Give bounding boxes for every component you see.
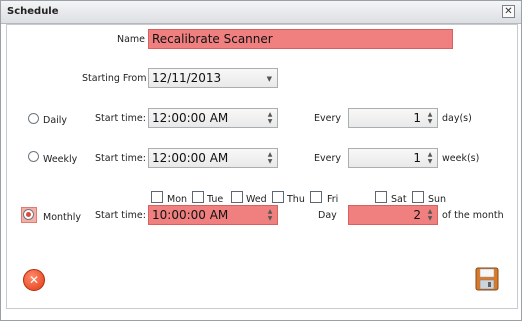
- daily-start-time-label: Start time:: [95, 113, 146, 124]
- cancel-icon: ✕: [28, 273, 40, 287]
- checkbox-tue-label: Tue: [207, 194, 224, 205]
- checkbox-tue[interactable]: [192, 191, 204, 203]
- checkbox-wed[interactable]: [231, 191, 243, 203]
- checkbox-sat-label: Sat: [391, 194, 407, 205]
- save-button[interactable]: [475, 267, 499, 291]
- daily-radio[interactable]: [28, 113, 39, 124]
- weekly-label: Weekly: [43, 154, 78, 165]
- checkbox-mon-label: Mon: [167, 194, 188, 205]
- checkbox-wed-label: Wed: [246, 194, 267, 205]
- starting-from-date-picker[interactable]: 12/11/2013 ▼: [148, 68, 278, 88]
- schedule-dialog: Schedule ✕ Name Recalibrate Scanner Star…: [0, 0, 522, 321]
- monthly-day-value: 2: [413, 208, 421, 222]
- daily-every-stepper[interactable]: 1 ▲ ▼: [348, 108, 438, 128]
- title-bar: Schedule ✕: [1, 1, 521, 24]
- monthly-radio[interactable]: [23, 209, 34, 220]
- form-panel: Name Recalibrate Scanner Starting From 1…: [6, 24, 518, 309]
- daily-label: Daily: [43, 115, 68, 126]
- monthly-day-label: Day: [318, 210, 337, 221]
- up-down-arrows-icon[interactable]: ▲ ▼: [266, 208, 274, 222]
- starting-from-value: 12/11/2013: [152, 71, 222, 85]
- checkbox-fri[interactable]: [310, 191, 322, 203]
- daily-start-time-value: 12:00:00 AM: [152, 111, 229, 125]
- checkbox-mon[interactable]: [151, 191, 163, 203]
- checkbox-sun-label: Sun: [428, 194, 447, 205]
- weekly-every-label: Every: [314, 153, 341, 164]
- daily-every-value: 1: [413, 111, 421, 125]
- up-down-arrows-icon[interactable]: ▲ ▼: [426, 208, 434, 222]
- name-input[interactable]: Recalibrate Scanner: [148, 29, 453, 49]
- monthly-start-time-input[interactable]: 10:00:00 AM ▲ ▼: [148, 205, 278, 225]
- monthly-start-time-label: Start time:: [95, 210, 146, 221]
- checkbox-fri-label: Fri: [327, 194, 339, 205]
- name-label: Name: [117, 34, 146, 45]
- weekly-start-time-label: Start time:: [95, 153, 146, 164]
- checkbox-thu[interactable]: [272, 191, 284, 203]
- monthly-unit-label: of the month: [442, 210, 504, 221]
- daily-start-time-input[interactable]: 12:00:00 AM ▲ ▼: [148, 108, 278, 128]
- monthly-label: Monthly: [43, 212, 82, 223]
- daily-every-label: Every: [314, 113, 341, 124]
- weekly-every-stepper[interactable]: 1 ▲ ▼: [348, 148, 438, 168]
- checkbox-thu-label: Thu: [287, 194, 305, 205]
- up-down-arrows-icon[interactable]: ▲ ▼: [266, 111, 274, 125]
- daily-unit-label: day(s): [442, 113, 472, 124]
- up-down-arrows-icon[interactable]: ▲ ▼: [426, 111, 434, 125]
- checkbox-sun[interactable]: [412, 191, 424, 203]
- weekly-unit-label: week(s): [442, 153, 480, 164]
- checkbox-sat[interactable]: [375, 191, 387, 203]
- cancel-button[interactable]: ✕: [23, 269, 45, 291]
- monthly-start-time-value: 10:00:00 AM: [152, 208, 229, 222]
- starting-from-label: Starting From: [82, 73, 147, 84]
- weekly-radio[interactable]: [28, 151, 39, 162]
- up-down-arrows-icon[interactable]: ▲ ▼: [266, 151, 274, 165]
- weekly-every-value: 1: [413, 151, 421, 165]
- chevron-down-icon[interactable]: ▼: [267, 70, 272, 88]
- weekly-start-time-value: 12:00:00 AM: [152, 151, 229, 165]
- dialog-title: Schedule: [7, 6, 59, 17]
- monthly-day-stepper[interactable]: 2 ▲ ▼: [348, 205, 438, 225]
- weekly-start-time-input[interactable]: 12:00:00 AM ▲ ▼: [148, 148, 278, 168]
- close-icon[interactable]: ✕: [502, 5, 515, 18]
- up-down-arrows-icon[interactable]: ▲ ▼: [426, 151, 434, 165]
- floppy-disk-icon: [475, 267, 499, 291]
